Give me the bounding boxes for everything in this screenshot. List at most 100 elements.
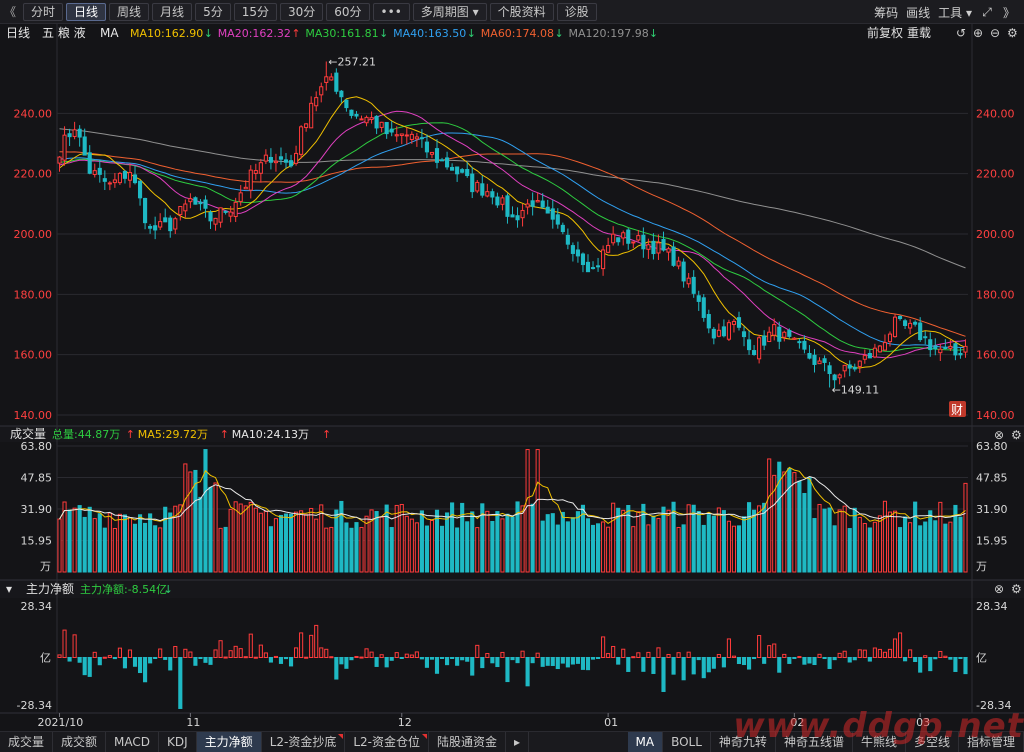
flow-bar <box>928 657 933 672</box>
volume-bar <box>857 516 862 573</box>
flow-legend-0: 主力净额:-8.54亿 <box>80 582 167 596</box>
volume-bar <box>329 526 334 573</box>
volume-bar <box>183 463 188 573</box>
flow-bar <box>419 657 424 660</box>
volume-bar <box>314 518 319 573</box>
period-button-4[interactable]: 5分 <box>195 2 231 21</box>
close-icon[interactable]: ⊗ <box>994 428 1004 442</box>
nav-forward-icon[interactable]: 》 <box>1002 4 1016 21</box>
volume-bar <box>364 515 369 573</box>
high-marker-label: ←257.21 <box>328 55 376 68</box>
reset-icon[interactable]: ↺ <box>956 26 966 40</box>
indicator-tab-2[interactable]: 神奇九转 <box>711 732 776 752</box>
period-button-2[interactable]: 周线 <box>109 2 150 21</box>
indicator-tab-3[interactable]: 神奇五线谱 <box>776 732 853 752</box>
volume-bar <box>611 502 616 573</box>
candle-body <box>560 224 565 233</box>
candle-body <box>389 128 394 133</box>
flow-bar <box>273 655 279 659</box>
diagnose-button[interactable]: 诊股 <box>556 2 597 21</box>
price-control-0[interactable]: 前复权 <box>867 25 903 40</box>
candle-body <box>82 136 87 156</box>
zoom-in-icon[interactable]: ⊕ <box>973 26 983 40</box>
candle-body <box>797 341 802 344</box>
volume-bar <box>535 449 540 573</box>
price-control-1[interactable]: 重载 <box>907 26 931 40</box>
candle-body <box>243 186 248 190</box>
tab-scroll-icon[interactable]: ▸ <box>506 732 530 752</box>
volume-bar <box>686 504 691 573</box>
settings-icon[interactable]: ⚙ <box>1011 582 1022 596</box>
flow-bar <box>560 657 565 664</box>
flow-bar <box>867 657 872 662</box>
expand-icon[interactable]: ⤢ <box>980 5 994 20</box>
candle-body <box>92 170 97 175</box>
bottom-tab-1[interactable]: 成交额 <box>53 732 107 752</box>
volume-bar <box>928 510 933 573</box>
candle-body <box>248 169 253 191</box>
period-button-5[interactable]: 15分 <box>233 2 277 21</box>
candle-body <box>238 192 243 202</box>
candle-body <box>208 211 213 222</box>
flow-bar <box>258 644 263 658</box>
volume-bar <box>344 522 349 573</box>
period-button-3[interactable]: 月线 <box>152 2 193 21</box>
flow-bar <box>107 655 112 658</box>
stock-info-button[interactable]: 个股资料 <box>489 2 554 21</box>
volume-bar <box>112 527 117 573</box>
indicator-tab-0[interactable]: MA <box>627 732 664 752</box>
finance-badge: 财 <box>951 403 963 417</box>
bottom-tab-7[interactable]: 陆股通资金 <box>429 732 507 752</box>
bottom-tab-6[interactable]: L2-资金仓位 <box>345 732 429 752</box>
bottom-tab-0[interactable]: 成交量 <box>0 732 54 752</box>
period-button-7[interactable]: 60分 <box>326 2 370 21</box>
x-tick-label: 02 <box>790 716 804 729</box>
more-periods-button[interactable]: ••• <box>372 2 410 21</box>
bottom-tab-4[interactable]: 主力净额 <box>196 732 262 752</box>
flow-bar <box>178 657 183 709</box>
flow-bar <box>339 657 344 665</box>
nav-back-icon[interactable]: 《 <box>0 3 20 20</box>
toolbar-link-0[interactable]: 筹码 <box>874 4 898 21</box>
volume-bar <box>163 506 168 573</box>
volume-bar <box>631 526 636 573</box>
toolbar-link-2[interactable]: 工具 ▾ <box>938 4 972 21</box>
candle-body <box>173 218 178 230</box>
indicator-tab-1[interactable]: BOLL <box>663 732 711 752</box>
candle-body <box>57 156 62 164</box>
indicator-tab-4[interactable]: 牛熊线 <box>853 732 906 752</box>
indicator-tab-6[interactable]: 指标管理 <box>959 732 1024 752</box>
settings-icon[interactable]: ⚙ <box>1007 26 1018 40</box>
flow-bar <box>736 657 742 665</box>
bottom-tab-5[interactable]: L2-资金抄底 <box>262 732 346 752</box>
x-tick-label: 03 <box>916 716 930 729</box>
candle-body <box>691 276 696 294</box>
candle-body <box>107 182 112 185</box>
flow-bar <box>460 657 465 661</box>
settings-icon[interactable]: ⚙ <box>1011 428 1022 442</box>
multi-period-button[interactable]: 多周期图 ▾ <box>412 2 487 21</box>
indicator-tab-5[interactable]: 多空线 <box>906 732 959 752</box>
candle-body <box>762 335 767 346</box>
close-icon[interactable]: ⊗ <box>994 582 1004 596</box>
flow-bar <box>802 657 807 665</box>
volume-tick-left: 15.95 <box>21 535 53 548</box>
flow-bar <box>309 634 314 658</box>
volume-bar <box>963 482 968 573</box>
period-button-0[interactable]: 分时 <box>23 2 64 21</box>
bottom-tab-2[interactable]: MACD <box>106 732 160 752</box>
flow-bar <box>918 657 923 673</box>
candle-body <box>198 201 203 205</box>
zoom-out-icon[interactable]: ⊖ <box>990 26 1000 40</box>
bottom-tab-3[interactable]: KDJ <box>159 732 197 752</box>
candle-body <box>908 322 913 329</box>
period-button-6[interactable]: 30分 <box>279 2 324 21</box>
candle-body <box>384 121 389 135</box>
volume-bar <box>585 518 591 573</box>
candle-body <box>434 148 440 163</box>
flow-bar <box>741 657 747 666</box>
volume-bar <box>82 516 87 573</box>
period-button-1[interactable]: 日线 <box>66 2 107 21</box>
toolbar-link-1[interactable]: 画线 <box>906 4 930 21</box>
flow-bar <box>213 649 218 658</box>
